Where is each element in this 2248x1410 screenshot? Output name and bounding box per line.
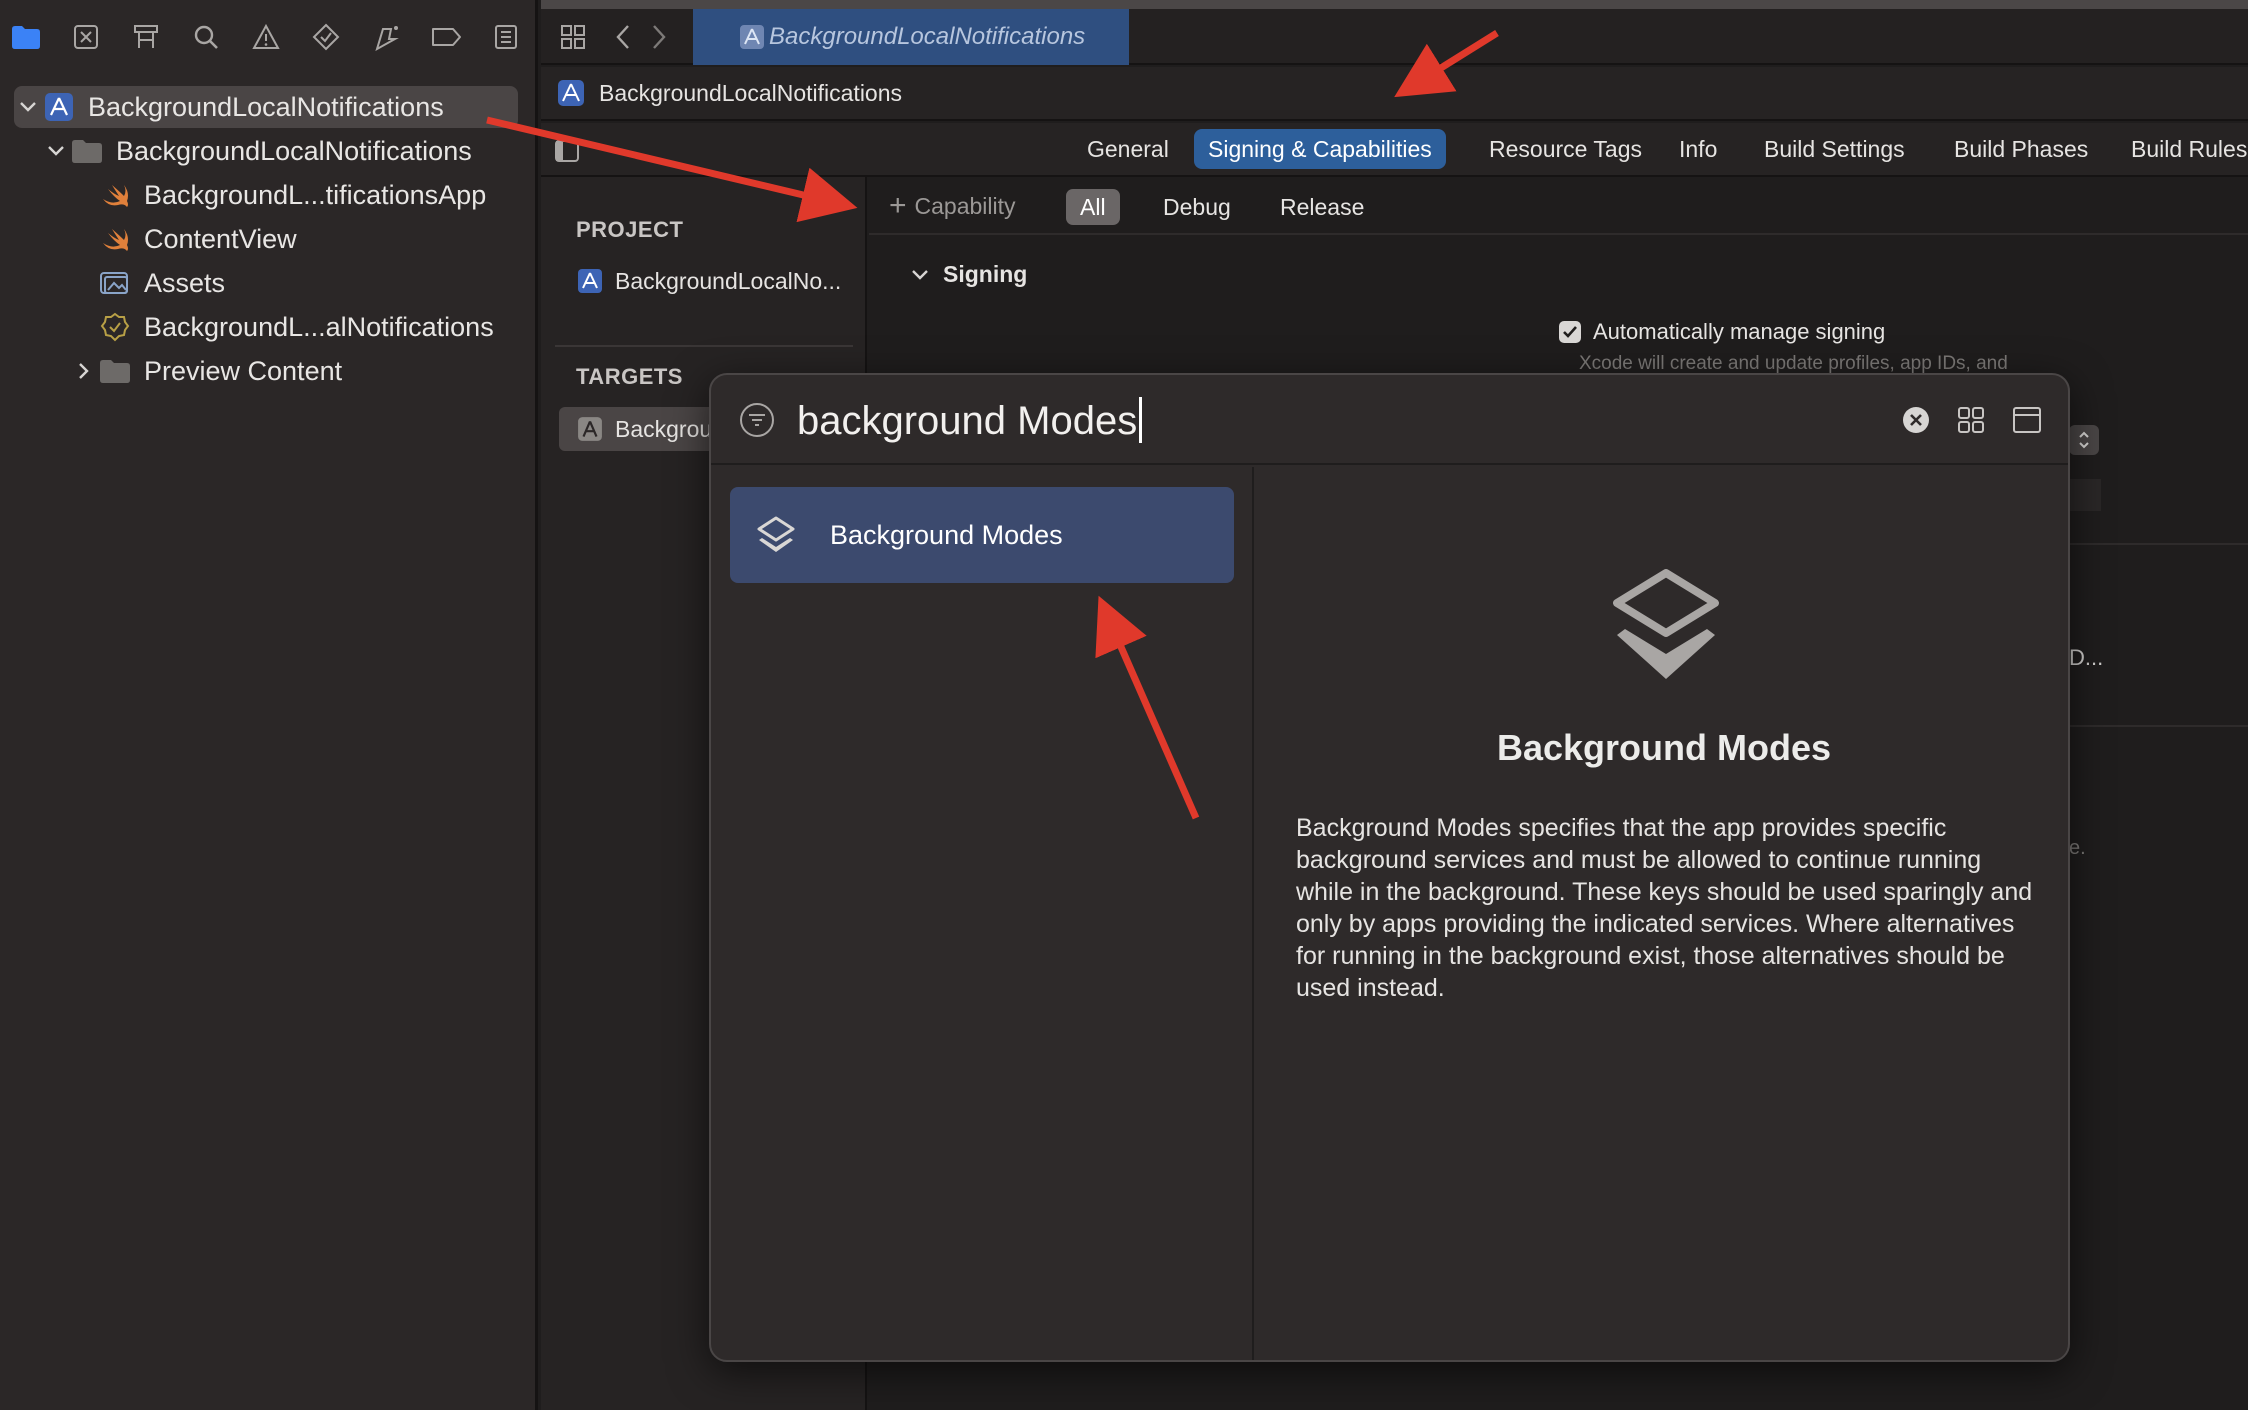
tree-item-label: BackgroundLocalNotifications <box>116 135 472 166</box>
checkmark-icon <box>1559 321 1581 343</box>
plus-icon: + <box>889 189 907 222</box>
tree-item-group[interactable]: Preview Content <box>14 350 518 392</box>
auto-manage-note: Xcode will create and update profiles, a… <box>1579 353 2008 373</box>
project-icon <box>42 90 76 124</box>
warning-icon[interactable] <box>248 19 284 55</box>
jump-bar-label: BackgroundLocalNotifications <box>599 79 903 106</box>
capability-detail-pane: Background Modes Background Modes specif… <box>1256 467 2068 1360</box>
swift-file-icon <box>98 222 132 256</box>
clear-search-icon[interactable] <box>1900 404 1932 436</box>
signing-section-header[interactable]: Signing <box>911 261 1027 288</box>
capability-detail-description: Background Modes specifies that the app … <box>1296 814 2033 1002</box>
source-control-icon[interactable] <box>68 19 104 55</box>
editor-tab-bar: BackgroundLocalNotifications <box>541 9 2248 65</box>
folder-icon[interactable] <box>8 19 44 55</box>
background-modes-icon <box>1613 569 1719 679</box>
project-item[interactable]: BackgroundLocalNo... <box>559 259 849 303</box>
detail-view-icon[interactable] <box>2011 404 2043 436</box>
asset-catalog-icon <box>98 266 132 300</box>
filter-icon[interactable] <box>739 402 775 438</box>
breakpoint-icon[interactable] <box>428 19 464 55</box>
capability-library-popover: Background Modes Background Modes Backgr… <box>709 373 2070 1362</box>
tree-item-label: Preview Content <box>144 355 343 386</box>
grid-icon[interactable] <box>555 19 591 55</box>
entitlements-icon <box>98 310 132 344</box>
project-item-label: BackgroundLocalNo... <box>615 267 842 294</box>
text-caret <box>1139 397 1143 443</box>
navigator-toolbar <box>0 0 538 74</box>
grid-view-icon[interactable] <box>1955 404 1987 436</box>
truncated-value: D... <box>2069 645 2104 670</box>
tree-item-label: ContentView <box>144 223 297 254</box>
tree-item-file[interactable]: Assets <box>14 262 518 304</box>
chevron-down-icon[interactable] <box>14 93 42 121</box>
capability-result-background-modes[interactable]: Background Modes <box>730 487 1234 583</box>
test-icon[interactable] <box>308 19 344 55</box>
capability-results-list: Background Modes <box>711 467 1254 1360</box>
auto-manage-signing-checkbox[interactable]: Automatically manage signing <box>1559 319 1885 345</box>
target-item-label: Backgrou <box>615 415 713 442</box>
window-top-strip <box>541 0 2248 9</box>
tab-resource-tags[interactable]: Resource Tags <box>1475 129 1656 169</box>
jump-bar[interactable]: BackgroundLocalNotifications <box>541 67 2248 121</box>
project-icon <box>578 269 602 293</box>
folder-icon <box>98 354 132 388</box>
app-target-icon <box>578 417 602 441</box>
divider <box>2069 725 2248 727</box>
editor-tab-label: BackgroundLocalNotifications <box>769 23 1086 50</box>
tab-build-phases[interactable]: Build Phases <box>1940 129 2102 169</box>
chevron-down-icon <box>912 269 928 280</box>
capability-search-input[interactable] <box>797 393 1797 449</box>
library-header <box>711 375 2068 465</box>
editor-tab[interactable]: BackgroundLocalNotifications <box>693 9 1129 65</box>
tab-info[interactable]: Info <box>1665 129 1731 169</box>
tab-build-settings[interactable]: Build Settings <box>1750 129 1919 169</box>
swift-file-icon <box>98 178 132 212</box>
search-icon[interactable] <box>188 19 224 55</box>
tree-item-file[interactable]: ContentView <box>14 218 518 260</box>
project-icon <box>739 24 765 50</box>
report-icon[interactable] <box>488 19 524 55</box>
project-header: PROJECT <box>576 217 684 242</box>
sidebar-toggle-icon[interactable] <box>553 137 581 165</box>
chevron-down-icon[interactable] <box>42 137 70 165</box>
signing-section-title: Signing <box>943 261 1028 287</box>
forward-chevron-icon[interactable] <box>641 19 677 55</box>
background-modes-icon <box>757 516 795 552</box>
tree-item-label: BackgroundL...alNotifications <box>144 311 494 342</box>
tab-signing-capabilities[interactable]: Signing & Capabilities <box>1194 129 1446 169</box>
tree-item-file[interactable]: BackgroundL...alNotifications <box>14 306 518 348</box>
project-navigator: BackgroundLocalNotifications BackgroundL… <box>0 0 538 1410</box>
team-popup-stepper-icon[interactable] <box>2069 425 2099 455</box>
tab-general[interactable]: General <box>1073 129 1183 169</box>
auto-manage-label: Automatically manage signing <box>1593 319 1886 344</box>
target-item[interactable]: Backgrou <box>559 407 719 451</box>
add-capability-button[interactable]: + Capability <box>889 187 1016 225</box>
project-icon <box>558 80 584 106</box>
divider <box>2069 543 2248 545</box>
tree-item-group[interactable]: BackgroundLocalNotifications <box>14 130 518 172</box>
filter-all[interactable]: All <box>1066 189 1120 225</box>
folder-icon <box>70 134 104 168</box>
tab-build-rules[interactable]: Build Rules <box>2117 129 2248 169</box>
panel-divider <box>555 345 853 347</box>
tree-item-project[interactable]: BackgroundLocalNotifications <box>14 86 518 128</box>
debug-icon[interactable] <box>368 19 404 55</box>
hierarchy-icon[interactable] <box>128 19 164 55</box>
bundle-identifier-field[interactable] <box>2069 479 2101 511</box>
targets-header: TARGETS <box>576 364 683 389</box>
capability-detail-title: Background Modes <box>1496 727 1832 768</box>
section-tabs: General Signing & Capabilities Resource … <box>541 123 2248 177</box>
tree-item-label: BackgroundLocalNotifications <box>88 91 444 122</box>
tree-item-file[interactable]: BackgroundL...tificationsApp <box>14 174 518 216</box>
tree-item-label: BackgroundL...tificationsApp <box>144 179 487 210</box>
filter-release[interactable]: Release <box>1266 189 1378 225</box>
tree-item-label: Assets <box>144 267 226 298</box>
filter-debug[interactable]: Debug <box>1149 189 1245 225</box>
back-chevron-icon[interactable] <box>605 19 641 55</box>
chevron-right-icon[interactable] <box>70 357 98 385</box>
truncated-note: e. <box>2069 837 2086 859</box>
capability-filter-bar: + Capability All Debug Release <box>869 177 2248 235</box>
capability-result-label: Background Modes <box>830 519 1063 550</box>
